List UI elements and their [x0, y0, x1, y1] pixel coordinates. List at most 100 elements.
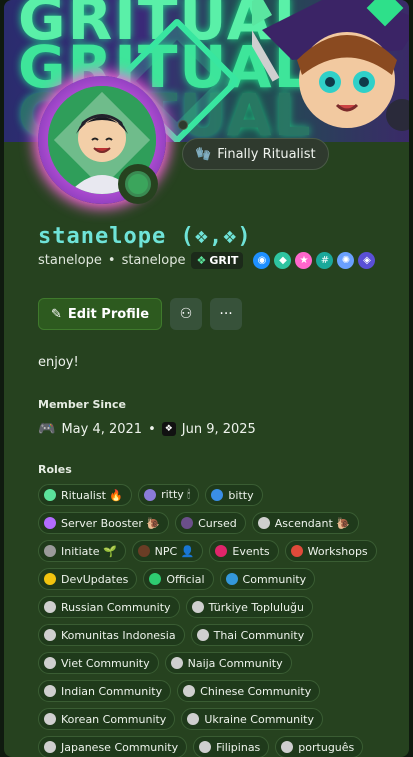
- custom-status-text: Finally Ritualist: [217, 146, 316, 162]
- pronouns: stanelope: [121, 253, 186, 268]
- role-label: Japanese Community: [61, 740, 179, 754]
- hashtag-icon[interactable]: #: [316, 252, 334, 269]
- server-tag-button[interactable]: ⚇: [170, 298, 203, 330]
- role-pill[interactable]: Russian Community: [38, 596, 180, 618]
- role-pill[interactable]: Komunitas Indonesia: [38, 624, 185, 646]
- role-label: Cursed: [198, 516, 237, 530]
- star-icon[interactable]: ★: [295, 252, 313, 269]
- profile-card: GRITUAL GRITUAL GRITUAL 🧤 Finally Ritual…: [4, 0, 409, 757]
- role-pill[interactable]: Indian Community: [38, 680, 172, 702]
- role-pill[interactable]: Initiate 🌱: [38, 540, 126, 562]
- role-pill[interactable]: Filipinas: [193, 736, 270, 757]
- role-pill[interactable]: Viet Community: [38, 652, 159, 674]
- role-pill[interactable]: bitty: [205, 484, 263, 506]
- custom-status-bubble[interactable]: 🧤 Finally Ritualist: [182, 138, 329, 170]
- discord-logo-icon: 🎮: [38, 421, 56, 437]
- role-pill[interactable]: Ascendant 🐌: [251, 512, 360, 534]
- edit-profile-button[interactable]: ✎ Edit Profile: [38, 298, 163, 330]
- badge-list: ◉ ◆ ★ # ✺ ◈: [253, 252, 376, 269]
- roles-row: Initiate 🌱 NPC 👤 Events Workshops: [38, 540, 378, 562]
- role-pill[interactable]: Korean Community: [38, 708, 176, 730]
- role-label: Initiate 🌱: [61, 544, 117, 558]
- roles-row: Russian Community Türkiye Topluluğu: [38, 596, 378, 618]
- roles-list: Ritualist 🔥 ritty 🕯 bitty Server Booster 🐌 C…: [38, 484, 378, 757]
- role-color-dot-icon: [44, 517, 56, 529]
- role-label: Ritualist 🔥: [61, 488, 124, 502]
- discord-join-date: May 4, 2021: [61, 421, 143, 437]
- role-label: Naija Community: [187, 656, 283, 670]
- role-color-dot-icon: [44, 545, 56, 557]
- role-color-dot-icon: [181, 517, 194, 529]
- role-label: DevUpdates: [61, 572, 129, 586]
- roles-row: Korean Community Ukraine Community: [38, 708, 378, 730]
- role-label: Community: [242, 572, 307, 586]
- roles-heading: Roles: [38, 463, 72, 476]
- role-pill[interactable]: Community: [219, 568, 316, 590]
- role-pill[interactable]: Events: [209, 540, 279, 562]
- quest-icon[interactable]: ◆: [274, 252, 292, 269]
- roles-row: Japanese Community Filipinas português: [38, 736, 378, 757]
- role-pill[interactable]: Thai Community: [190, 624, 314, 646]
- hypesquad-icon[interactable]: ◉: [253, 252, 271, 269]
- roles-row: Komunitas Indonesia Thai Community: [38, 624, 378, 646]
- role-color-dot-icon: [44, 685, 56, 697]
- role-pill[interactable]: Official: [143, 568, 214, 590]
- role-label: Komunitas Indonesia: [61, 628, 176, 642]
- glove-emoji-icon: 🧤: [195, 146, 212, 162]
- roles-row: Ritualist 🔥 ritty 🕯 bitty: [38, 484, 378, 506]
- role-label: Indian Community: [61, 684, 163, 698]
- member-since-row: 🎮 May 4, 2021 • ❖ Jun 9, 2025: [38, 421, 256, 437]
- role-pill[interactable]: NPC 👤: [131, 540, 204, 562]
- separator-dot: •: [107, 253, 116, 268]
- role-color-dot-icon: [149, 573, 162, 585]
- role-pill[interactable]: Workshops: [284, 540, 377, 562]
- role-color-dot-icon: [44, 629, 56, 641]
- role-label: bitty: [228, 488, 254, 502]
- role-color-dot-icon: [44, 741, 56, 753]
- roles-row: Indian Community Chinese Community: [38, 680, 378, 702]
- role-label: ritty 🕯: [161, 488, 191, 501]
- role-color-dot-icon: [44, 489, 56, 501]
- pencil-icon: ✎: [51, 306, 62, 322]
- edit-profile-label: Edit Profile: [67, 306, 150, 322]
- banner-character-illustration: [252, 0, 409, 131]
- role-pill[interactable]: Naija Community: [164, 652, 292, 674]
- role-pill[interactable]: ritty 🕯: [138, 484, 200, 506]
- role-color-dot-icon: [44, 601, 56, 613]
- role-pill[interactable]: Ukraine Community: [181, 708, 323, 730]
- role-pill[interactable]: Chinese Community: [177, 680, 321, 702]
- username-row: stanelope • stanelope ❖ GRIT ◉ ◆ ★ # ✺ ◈: [38, 252, 376, 269]
- server-join-date: Jun 9, 2025: [181, 421, 256, 437]
- role-pill[interactable]: Ritualist 🔥: [38, 484, 133, 506]
- guild-tag-icon: ❖: [196, 254, 207, 267]
- guild-tag[interactable]: ❖ GRIT: [191, 252, 244, 269]
- more-options-button[interactable]: ···: [210, 298, 243, 330]
- separator-dot: •: [148, 421, 156, 437]
- role-pill[interactable]: português: [275, 736, 364, 757]
- role-color-dot-icon: [137, 545, 150, 557]
- ellipsis-icon: ···: [219, 306, 233, 322]
- role-label: Türkiye Topluluğu: [208, 600, 304, 614]
- role-color-dot-icon: [144, 489, 157, 501]
- role-label: Official: [166, 572, 205, 586]
- role-color-dot-icon: [191, 601, 204, 613]
- role-pill[interactable]: Server Booster 🐌: [38, 512, 170, 534]
- role-label: Thai Community: [213, 628, 305, 642]
- role-color-dot-icon: [281, 741, 294, 753]
- role-label: Events: [232, 544, 270, 558]
- role-pill[interactable]: Japanese Community: [38, 736, 188, 757]
- role-label: Russian Community: [61, 600, 171, 614]
- role-color-dot-icon: [225, 573, 238, 585]
- role-pill[interactable]: DevUpdates: [38, 568, 138, 590]
- role-pill[interactable]: Türkiye Topluluğu: [185, 596, 313, 618]
- role-color-dot-icon: [44, 657, 56, 669]
- role-color-dot-icon: [215, 545, 228, 557]
- role-pill[interactable]: Cursed: [175, 512, 246, 534]
- roles-row: Viet Community Naija Community: [38, 652, 378, 674]
- role-color-dot-icon: [199, 741, 212, 753]
- guild-tag-label: GRIT: [209, 254, 239, 267]
- nitro-icon[interactable]: ◈: [358, 252, 376, 269]
- boost-icon[interactable]: ✺: [337, 252, 355, 269]
- role-label: Filipinas: [216, 740, 261, 754]
- role-color-dot-icon: [183, 685, 196, 697]
